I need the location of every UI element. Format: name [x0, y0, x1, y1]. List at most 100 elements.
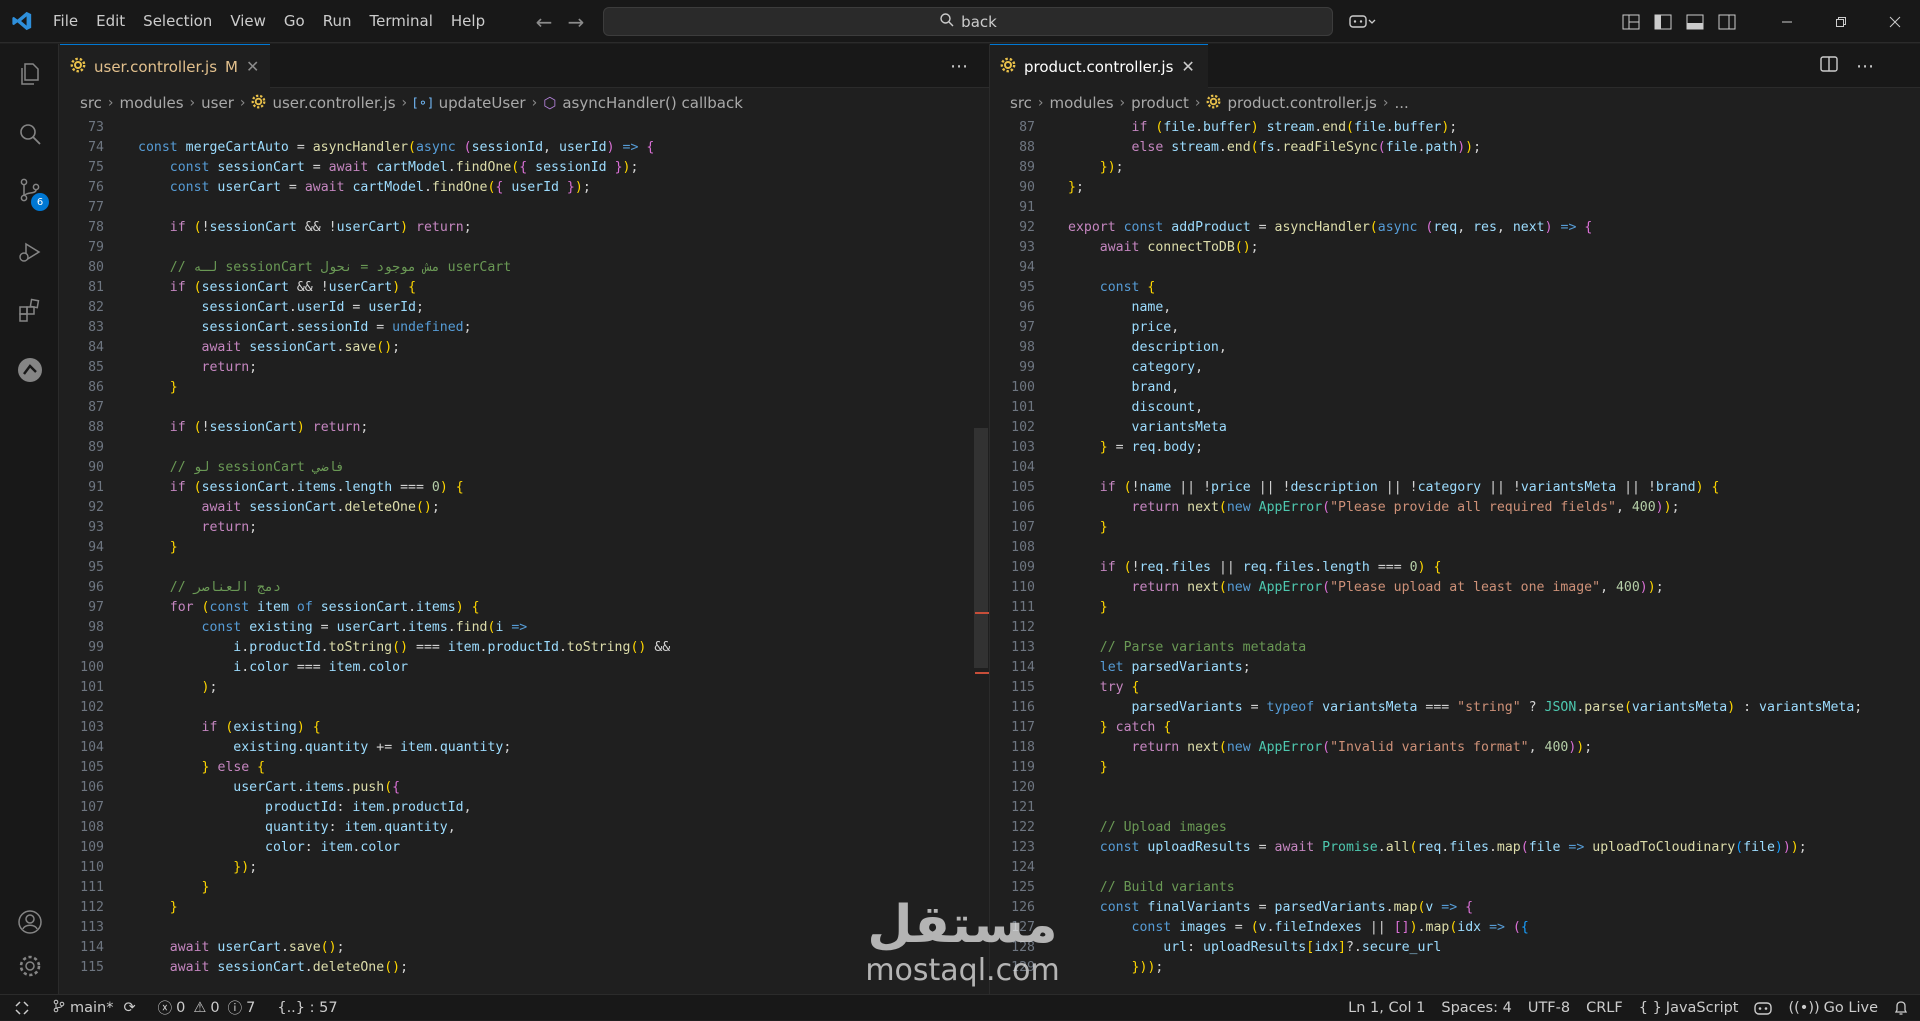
menu-selection[interactable]: Selection — [134, 0, 221, 43]
code-line[interactable]: 126 const finalVariants = parsedVariants… — [990, 898, 1920, 918]
breadcrumb-file[interactable]: product.controller.js — [1227, 94, 1376, 112]
code-line[interactable]: 96 name, — [990, 298, 1920, 318]
code-line[interactable]: 79 — [60, 238, 989, 258]
go-live-button[interactable]: ((•)) Go Live — [1780, 995, 1886, 1021]
code-line[interactable]: 118 return next(new AppError("Invalid va… — [990, 738, 1920, 758]
code-line[interactable]: 102 variantsMeta — [990, 418, 1920, 438]
toggle-panel-icon[interactable] — [1681, 8, 1709, 36]
copilot-status-icon[interactable] — [1746, 995, 1780, 1021]
code-line[interactable]: 103 } = req.body; — [990, 438, 1920, 458]
code-line[interactable]: 77 — [60, 198, 989, 218]
code-line[interactable]: 78 if (!sessionCart && !userCart) return… — [60, 218, 989, 238]
code-line[interactable]: 97 price, — [990, 318, 1920, 338]
code-line[interactable]: 120 — [990, 778, 1920, 798]
menu-file[interactable]: File — [44, 0, 87, 43]
code-line[interactable]: 95 — [60, 558, 989, 578]
code-line[interactable]: 92 await sessionCart.deleteOne(); — [60, 498, 989, 518]
code-line[interactable]: 111 } — [990, 598, 1920, 618]
code-line[interactable]: 108 quantity: item.quantity, — [60, 818, 989, 838]
indentation[interactable]: Spaces: 4 — [1433, 995, 1519, 1021]
close-tab-icon[interactable]: ✕ — [246, 57, 259, 76]
code-line[interactable]: 108 — [990, 538, 1920, 558]
code-line[interactable]: 90 // لو sessionCart فاضي — [60, 458, 989, 478]
close-window-icon[interactable] — [1868, 0, 1920, 43]
code-line[interactable]: 107 } — [990, 518, 1920, 538]
code-line[interactable]: 117 } catch { — [990, 718, 1920, 738]
code-line[interactable]: 101 ); — [60, 678, 989, 698]
code-line[interactable]: 122 // Upload images — [990, 818, 1920, 838]
code-line[interactable]: 129 })); — [990, 958, 1920, 978]
code-line[interactable]: 81 if (sessionCart && !userCart) { — [60, 278, 989, 298]
code-line[interactable]: 100 i.color === item.color — [60, 658, 989, 678]
code-line[interactable]: 91 if (sessionCart.items.length === 0) { — [60, 478, 989, 498]
code-line[interactable]: 102 — [60, 698, 989, 718]
breadcrumb-src[interactable]: src — [1010, 94, 1032, 112]
cursor-position[interactable]: Ln 1, Col 1 — [1340, 995, 1433, 1021]
code-line[interactable]: 83 sessionCart.sessionId = undefined; — [60, 318, 989, 338]
code-line[interactable]: 88 if (!sessionCart) return; — [60, 418, 989, 438]
code-line[interactable]: 103 if (existing) { — [60, 718, 989, 738]
manage-gear-icon[interactable] — [0, 942, 59, 990]
code-line[interactable]: 76 const userCart = await cartModel.find… — [60, 178, 989, 198]
problems-indicator[interactable]: ⓧ 0 ⚠ 0 ⓘ 7 — [150, 995, 264, 1021]
extensions-icon[interactable] — [0, 286, 59, 334]
code-line[interactable]: 124 — [990, 858, 1920, 878]
code-line[interactable]: 104 existing.quantity += item.quantity; — [60, 738, 989, 758]
customize-layout-icon[interactable] — [1617, 8, 1645, 36]
sync-icon[interactable]: ⟳ — [123, 1000, 135, 1016]
code-line[interactable]: 99 i.productId.toString() === item.produ… — [60, 638, 989, 658]
breadcrumb-updateuser[interactable]: updateUser — [439, 94, 526, 112]
restore-icon[interactable] — [1814, 0, 1868, 43]
code-line[interactable]: 89 — [60, 438, 989, 458]
menu-edit[interactable]: Edit — [87, 0, 134, 43]
breadcrumb-user[interactable]: user — [201, 94, 234, 112]
code-line[interactable]: 88 else stream.end(fs.readFileSync(file.… — [990, 138, 1920, 158]
breadcrumb-file[interactable]: user.controller.js — [272, 94, 395, 112]
remote-explorer-icon[interactable] — [0, 346, 59, 394]
more-actions-icon[interactable]: ⋯ — [1856, 56, 1874, 77]
split-editor-icon[interactable] — [1820, 55, 1838, 77]
go-forward-arrow-icon[interactable]: → — [560, 10, 592, 34]
breadcrumb-modules[interactable]: modules — [1050, 94, 1114, 112]
code-line[interactable]: 97 for (const item of sessionCart.items)… — [60, 598, 989, 618]
code-line[interactable]: 116 parsedVariants = typeof variantsMeta… — [990, 698, 1920, 718]
toggle-primary-sidebar-icon[interactable] — [1649, 8, 1677, 36]
code-line[interactable]: 86 } — [60, 378, 989, 398]
notifications-bell-icon[interactable] — [1886, 995, 1920, 1021]
code-line[interactable]: 109 color: item.color — [60, 838, 989, 858]
code-line[interactable]: 128 url: uploadResults[idx]?.secure_url — [990, 938, 1920, 958]
code-line[interactable]: 75 const sessionCart = await cartModel.f… — [60, 158, 989, 178]
source-control-icon[interactable]: 6 — [0, 166, 59, 214]
toggle-secondary-sidebar-icon[interactable] — [1713, 8, 1741, 36]
code-line[interactable]: 113 // Parse variants metadata — [990, 638, 1920, 658]
command-center-search[interactable]: back — [603, 7, 1333, 36]
breadcrumb-modules[interactable]: modules — [120, 94, 184, 112]
selection-indicator[interactable]: {..} : 57 — [269, 995, 345, 1021]
code-line[interactable]: 114 let parsedVariants; — [990, 658, 1920, 678]
code-line[interactable]: 73 — [60, 118, 989, 138]
code-line[interactable]: 104 — [990, 458, 1920, 478]
code-line[interactable]: 125 // Build variants — [990, 878, 1920, 898]
code-line[interactable]: 106 userCart.items.push({ — [60, 778, 989, 798]
code-line[interactable]: 95 const { — [990, 278, 1920, 298]
breadcrumb-src[interactable]: src — [80, 94, 102, 112]
left-code-editor[interactable]: 73 74 const mergeCartAuto = asyncHandler(a… — [60, 118, 989, 978]
code-line[interactable]: 94 } — [60, 538, 989, 558]
code-line[interactable]: 121 — [990, 798, 1920, 818]
end-of-line[interactable]: CRLF — [1578, 995, 1631, 1021]
code-line[interactable]: 100 brand, — [990, 378, 1920, 398]
code-line[interactable]: 74 const mergeCartAuto = asyncHandler(asy… — [60, 138, 989, 158]
code-line[interactable]: 87 — [60, 398, 989, 418]
remote-indicator-icon[interactable] — [0, 995, 44, 1021]
menu-terminal[interactable]: Terminal — [361, 0, 442, 43]
code-line[interactable]: 105 } else { — [60, 758, 989, 778]
code-line[interactable]: 115 try { — [990, 678, 1920, 698]
code-line[interactable]: 85 return; — [60, 358, 989, 378]
menu-run[interactable]: Run — [314, 0, 361, 43]
code-line[interactable]: 90}; — [990, 178, 1920, 198]
code-line[interactable]: 110 return next(new AppError("Please upl… — [990, 578, 1920, 598]
code-line[interactable]: 93 return; — [60, 518, 989, 538]
menu-go[interactable]: Go — [275, 0, 314, 43]
code-line[interactable]: 119 } — [990, 758, 1920, 778]
accounts-icon[interactable] — [0, 898, 59, 946]
